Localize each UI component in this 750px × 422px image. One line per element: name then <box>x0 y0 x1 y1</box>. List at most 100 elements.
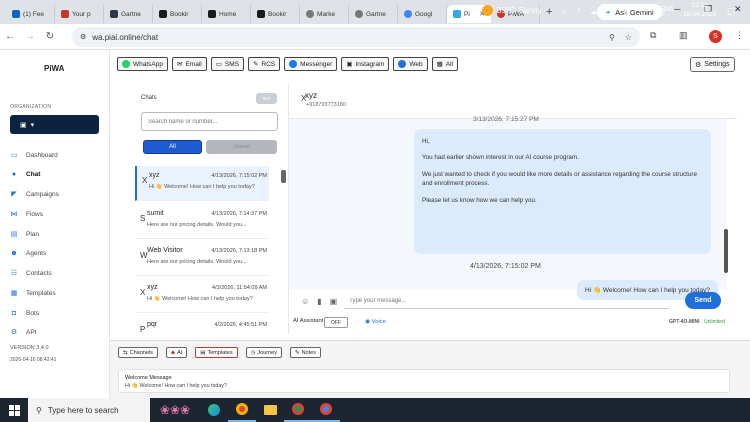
chat-list-item[interactable]: P pqr 4/2/2026, 4:45:51 PM <box>135 315 269 334</box>
chat-list-item[interactable]: X xyz 4/3/2026, 11:54:09 AM Hi 👋 Welcome… <box>135 278 269 313</box>
message-area: 3/13/2026, 7:15:27 PM Hi, You had earlie… <box>289 116 727 300</box>
linkedin-icon <box>12 10 20 18</box>
ai-icon: ◆ <box>170 349 176 356</box>
edge-icon[interactable] <box>200 398 228 422</box>
chrome-icon[interactable] <box>228 398 256 422</box>
emoji-icon[interactable]: ☺ <box>301 297 309 306</box>
windows-logo-icon <box>8 404 20 416</box>
template-card[interactable]: Welcome Message Hi 👋 Welcome! How can I … <box>118 369 730 393</box>
attach-image-icon[interactable]: ▣ <box>330 297 338 306</box>
filter-unread-button[interactable]: Unread <box>206 140 277 154</box>
monitor-icon: ▭ <box>10 152 18 159</box>
browser-tab[interactable]: (1) Fee <box>6 5 55 23</box>
browser-tab[interactable]: Bookir <box>153 5 202 23</box>
taskbar-search[interactable]: ⚲ Type here to search <box>28 398 150 422</box>
mic-icon[interactable]: ▮ <box>317 297 321 306</box>
globe-icon <box>355 10 363 18</box>
tab-templates[interactable]: ▤ Templates <box>195 347 238 358</box>
nav-chat[interactable]: ● Chat <box>10 170 41 178</box>
network-icon[interactable]: ▭ <box>607 7 615 16</box>
voice-button[interactable]: ◉ Voice <box>365 319 386 325</box>
channel-whatsapp[interactable]: WhatsApp <box>117 57 168 71</box>
language-indicator[interactable]: ENG <box>659 6 674 13</box>
display-icon[interactable]: ▤ <box>624 7 632 16</box>
message-input[interactable] <box>345 293 670 309</box>
weather-widget[interactable]: 35°C Sunny <box>482 5 542 16</box>
channel-all[interactable]: ▦ All <box>431 57 459 71</box>
channel-sms[interactable]: ▭ SMS <box>210 57 244 71</box>
browser-tab[interactable]: Gartne <box>104 5 153 23</box>
chats-count-badge: 864 <box>256 93 277 104</box>
avatar: X <box>142 176 148 185</box>
channel-instagram[interactable]: ▣ Instagram <box>341 57 390 71</box>
date-separator: 3/13/2026, 7:15:27 PM <box>473 116 539 123</box>
cloud-icon[interactable]: ☁ <box>590 7 598 16</box>
conversation-panel: X xyz +918793773180 3/13/2026, 7:15:27 P… <box>288 84 737 334</box>
back-icon[interactable]: ← <box>0 31 20 42</box>
organization-select[interactable]: ▣ ▾ <box>10 115 99 134</box>
channel-web[interactable]: Web <box>393 57 428 71</box>
filter-all-button[interactable]: All <box>143 140 202 154</box>
nav-bots[interactable]: ◘ Bots <box>10 309 39 317</box>
browser-tab[interactable]: Marke <box>300 5 349 23</box>
chat-list-scrollbar[interactable] <box>281 170 286 183</box>
browser-tab[interactable]: Gartne <box>349 5 398 23</box>
nav-flows[interactable]: ⋈ Flows <box>10 210 43 219</box>
wifi-icon[interactable]: ◠ <box>640 7 647 16</box>
people-icon[interactable]: ☺ <box>560 7 568 16</box>
tab-notes[interactable]: ✎ Notes <box>289 347 321 358</box>
agent-icon: ☻ <box>10 249 18 257</box>
bookmark-star-icon[interactable]: ☆ <box>625 33 632 42</box>
nav-campaigns[interactable]: ◤ Campaigns <box>10 190 59 199</box>
chevron-up-icon[interactable]: ^ <box>577 7 581 16</box>
settings-button[interactable]: ⚙ Settings <box>690 57 735 72</box>
brand-title: PiWA <box>44 64 65 73</box>
chrome-icon[interactable] <box>284 398 312 422</box>
tab-journey[interactable]: ◷ Journey <box>245 347 282 358</box>
nav-contacts[interactable]: ☷ Contacts <box>10 269 52 278</box>
nav-templates[interactable]: ▦ Templates <box>10 289 56 298</box>
nav-api[interactable]: ⚙ API <box>10 328 37 337</box>
minimize-icon[interactable]: ─ <box>674 4 680 14</box>
contact-name: sumit <box>147 210 164 217</box>
channel-messenger[interactable]: Messenger <box>284 57 338 71</box>
chrome-icon[interactable] <box>312 398 340 422</box>
new-tab-button[interactable]: + <box>546 6 552 18</box>
conversation-scrollbar[interactable] <box>724 229 728 273</box>
browser-tab[interactable]: Home <box>202 5 251 23</box>
browser-tab[interactable]: Googl <box>398 5 447 23</box>
chat-search-input[interactable] <box>141 112 278 131</box>
tulip-widget-icon[interactable]: ❀❀❀ <box>150 398 200 422</box>
extensions-icon[interactable]: ⧉ <box>650 30 656 41</box>
chat-list-item[interactable]: S sumit 4/13/2026, 7:14:37 PM Here are o… <box>135 204 269 239</box>
browser-tab[interactable]: Your p <box>55 5 104 23</box>
address-bar[interactable]: ⚙ wa.piai.online/chat ⚲ ☆ <box>72 27 640 47</box>
file-explorer-icon[interactable] <box>256 398 284 422</box>
tab-ai[interactable]: ◆ AI <box>165 347 188 358</box>
channel-rcs[interactable]: ✎ RCS <box>247 57 281 71</box>
google-icon <box>404 10 412 18</box>
send-button[interactable]: Send <box>685 292 721 309</box>
nav-agents[interactable]: ☻ Agents <box>10 249 46 257</box>
profile-avatar[interactable]: S <box>709 30 722 43</box>
ai-assistant-toggle[interactable]: OFF <box>324 317 348 328</box>
channel-email[interactable]: ✉ Email <box>172 57 207 71</box>
site-info-icon[interactable]: ⚙ <box>80 33 86 41</box>
tab-channels[interactable]: ⇆ Channels <box>118 347 158 358</box>
chat-list-item[interactable]: W Web Visitor 4/13/2026, 7:13:18 PM Here… <box>135 241 269 276</box>
reload-icon[interactable]: ↻ <box>40 31 60 42</box>
windows-start-button[interactable] <box>0 404 28 416</box>
notification-icon[interactable]: ▢ <box>727 6 736 17</box>
chat-list-item[interactable]: X xyz 4/13/2026, 7:15:02 PM Hi 👋 Welcome… <box>135 166 269 201</box>
zoom-search-icon[interactable]: ⚲ <box>609 33 615 42</box>
web-globe-icon <box>398 60 407 68</box>
sidepanel-icon[interactable]: ▥ <box>679 30 688 41</box>
forward-icon[interactable]: → <box>20 31 40 42</box>
chat-icon: ● <box>11 170 17 178</box>
nav-dashboard[interactable]: ▭ Dashboard <box>10 151 58 160</box>
taskbar-clock[interactable]: 12:13 16-04-2026 <box>683 2 716 20</box>
browser-toolbar: ← → ↻ ⚙ wa.piai.online/chat ⚲ ☆ <box>0 24 750 50</box>
nav-plan[interactable]: ▤ Plan <box>10 230 39 239</box>
browser-tab[interactable]: Bookir <box>251 5 300 23</box>
menu-kebab-icon[interactable]: ⋮ <box>735 30 744 41</box>
